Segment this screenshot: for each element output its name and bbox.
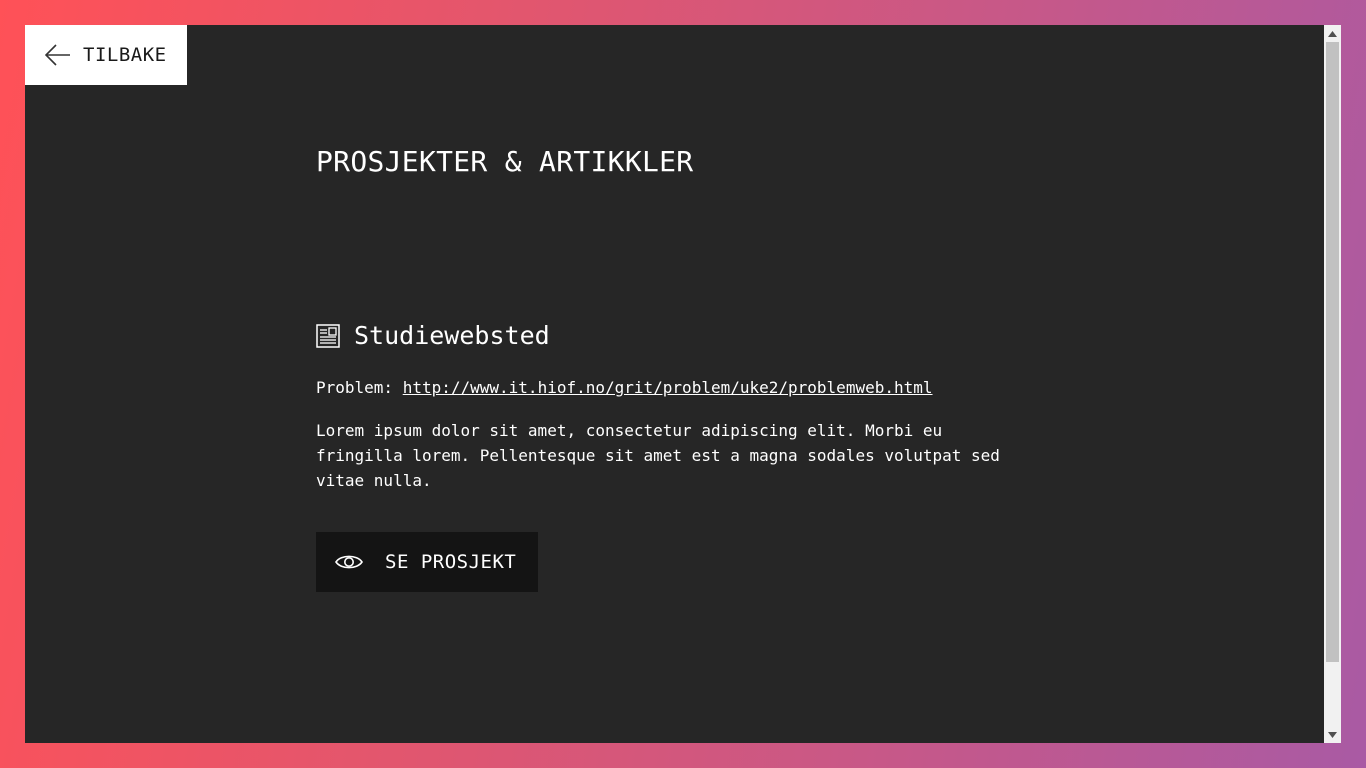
page-panel: TILBAKE PROSJEKTER & ARTIKKLER Studieweb…: [25, 25, 1341, 743]
back-button[interactable]: TILBAKE: [25, 25, 187, 85]
page-title: PROSJEKTER & ARTIKKLER: [316, 145, 694, 178]
arrow-left-icon: [45, 43, 71, 67]
scroll-up-arrow-icon[interactable]: [1324, 25, 1341, 42]
project-description: Lorem ipsum dolor sit amet, consectetur …: [316, 421, 1000, 490]
problem-link[interactable]: http://www.it.hiof.no/grit/problem/uke2/…: [403, 378, 933, 397]
eye-icon: [335, 553, 363, 571]
scrollbar-thumb[interactable]: [1326, 42, 1339, 662]
back-button-label: TILBAKE: [83, 44, 167, 66]
project-heading: Studiewebsted: [316, 321, 550, 350]
problem-line: Problem: http://www.it.hiof.no/grit/prob…: [316, 378, 933, 397]
view-project-button[interactable]: SE PROSJEKT: [316, 532, 538, 592]
problem-label: Problem:: [316, 378, 394, 397]
view-project-label: SE PROSJEKT: [385, 551, 517, 573]
document-icon: [316, 323, 340, 348]
scroll-down-arrow-icon[interactable]: [1324, 726, 1341, 743]
scrollbar[interactable]: [1324, 25, 1341, 743]
project-title: Studiewebsted: [354, 321, 550, 350]
